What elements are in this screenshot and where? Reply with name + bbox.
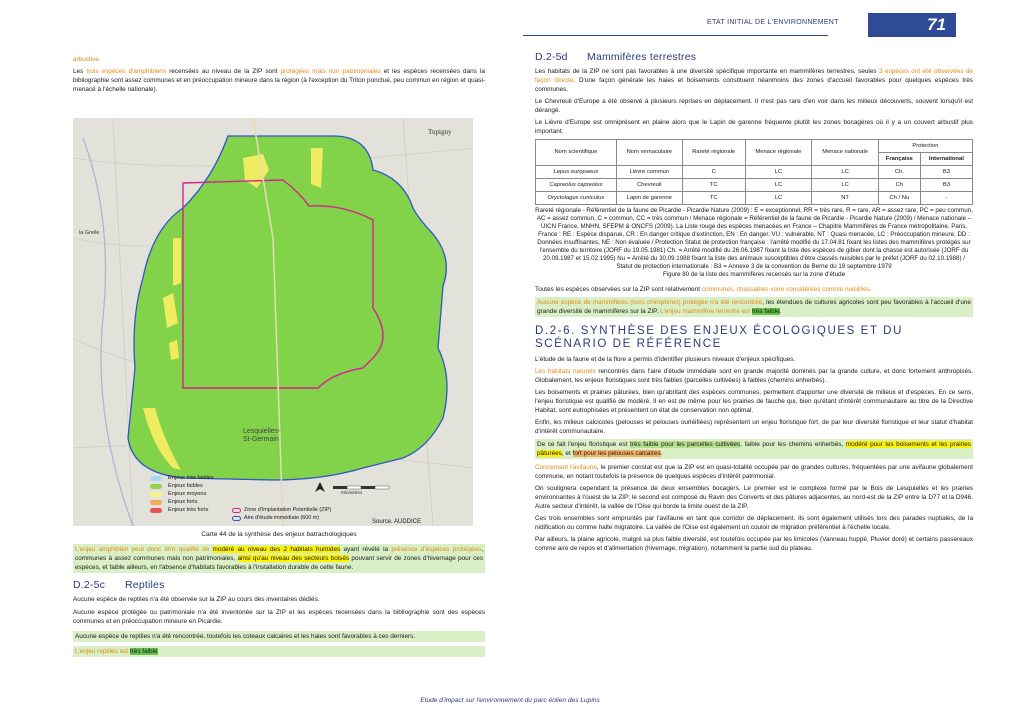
map-source: Source. AUDDICE bbox=[372, 519, 422, 525]
legend-swatch bbox=[150, 483, 162, 489]
table-row: Lepus europaeus Lièvre commun C LC LC Ch. B3 bbox=[535, 165, 974, 179]
mammals-p1: Les habitats de la ZIP ne sont pas favor… bbox=[535, 68, 974, 93]
map-caption: Carte 44 de la synthèse des enjeux batra… bbox=[201, 531, 357, 538]
flora-conclusion-box: De ce fait l'enjeu floristique est très … bbox=[535, 439, 973, 459]
reptiles-box-1: Aucune espèce de reptiles n'a été rencon… bbox=[73, 631, 485, 642]
right-column: D.2-5d Mammifères terrestres Les habitats… bbox=[535, 51, 974, 556]
col-header: Protection bbox=[877, 139, 974, 153]
legend-item-zip: Zone d'Implantation Potentielle (ZIP) bbox=[232, 506, 331, 514]
table-caption: Figure 80 de la liste des mammifères rec… bbox=[662, 271, 846, 278]
reptiles-p1: Aucune espèce de reptiles n'a été observ… bbox=[73, 596, 320, 603]
col-header: International bbox=[919, 152, 974, 166]
col-header: Menace nationale bbox=[811, 139, 879, 166]
reptiles-box-2: L'enjeu reptiles est très faible bbox=[73, 646, 485, 657]
synthesis-p1: L'étude de la faune et de la flore a per… bbox=[535, 356, 796, 363]
page-number: 71 bbox=[868, 13, 956, 37]
legend-item: Enjeux forts bbox=[150, 498, 214, 506]
legend-item: Enjeux faibles bbox=[150, 482, 214, 490]
legend-item: Enjeux très faibles bbox=[150, 474, 214, 482]
table-header-row: Nom scientifique Nom vernaculaire Rareté… bbox=[535, 139, 974, 166]
mammals-conclusion-box: Aucune espèce de mammifères (hors chirop… bbox=[535, 297, 973, 317]
synthesis-p4: Enfin, les milieux calcicoles (pelouses … bbox=[535, 419, 973, 435]
legend-item-aei: Aire d'étude immédiate (600 m) bbox=[232, 514, 331, 522]
header-rule bbox=[523, 35, 828, 36]
amphibian-conclusion-box: L'enjeu amphibien peut donc être qualifi… bbox=[73, 544, 485, 573]
mammals-p4: Toutes les espèces observées sur la ZIP … bbox=[535, 286, 872, 293]
page-footer: Etude d'impact sur l'environnement du pa… bbox=[420, 697, 600, 704]
col-header: Nom vernaculaire bbox=[615, 139, 683, 166]
table-row: Oryctolagus cuniculus Lapin de garenne TC L… bbox=[535, 191, 974, 205]
synthesis-p3: Les boisements et prairies pâturées, bie… bbox=[535, 389, 973, 414]
mammals-p3: Le Lièvre d'Europe est omniprésent en pl… bbox=[535, 119, 973, 135]
synthesis-p8: Par ailleurs, la plaine agricole, malgré… bbox=[535, 536, 973, 552]
col-header: Rareté régionale bbox=[681, 139, 746, 166]
legend-swatch bbox=[150, 491, 162, 497]
legend-swatch bbox=[150, 499, 162, 505]
col-header: Menace régionale bbox=[744, 139, 813, 166]
col-header: Nom scientifique bbox=[535, 139, 617, 166]
legend-item: Enjeux très forts bbox=[150, 506, 214, 514]
reptiles-heading: D.2-5c Reptiles bbox=[73, 579, 165, 591]
legend-swatch bbox=[150, 475, 162, 481]
mammals-heading: D.2-5d Mammifères terrestres bbox=[535, 51, 697, 63]
map-scale-label: Kilomètres bbox=[341, 490, 363, 495]
synthesis-p5: Concernant l'avifaune, le premier consta… bbox=[535, 464, 973, 480]
table-notes: Rareté régionale - Référentiel de la fau… bbox=[535, 207, 973, 270]
map-town-label-1: Tupigny bbox=[428, 128, 452, 136]
left-column-bottom: L'enjeu amphibien peut donc être qualifi… bbox=[73, 544, 485, 661]
synthesis-p7: Ces trois ensembles sont empruntés par l… bbox=[535, 515, 973, 531]
left-column-top: arbustive. Les trois espèces d'amphibien… bbox=[73, 55, 485, 97]
legend-swatch bbox=[150, 507, 162, 513]
reptiles-p2: Aucune espèce protégée ou patrimoniale n… bbox=[73, 609, 485, 625]
table-row: Capreolus capreolus Chevreuil TC LC LC Ch B3 bbox=[535, 178, 974, 192]
intro-word: arbustive. bbox=[73, 56, 101, 63]
map-legend-boundaries: Zone d'Implantation Potentielle (ZIP) Ai… bbox=[232, 506, 331, 522]
synthesis-heading: D.2-6. Synthèse des enjeux écologiques e… bbox=[535, 325, 903, 350]
mammals-p2: Le Chevreuil d'Europe a été observé à pl… bbox=[535, 98, 973, 114]
synthesis-p2: Les habitats naturels rencontrés dans l'… bbox=[535, 368, 973, 384]
col-header: Française bbox=[877, 152, 921, 166]
header-title: Etat initial de l'environnement bbox=[707, 19, 839, 26]
mammals-table: Nom scientifique Nom vernaculaire Rareté… bbox=[535, 139, 974, 205]
map-legend: Enjeux très faibles Enjeux faibles Enjeu… bbox=[150, 474, 214, 514]
legend-item: Enjeux moyens bbox=[150, 490, 214, 498]
map-town-label-2: Lesquielles- St-Germain bbox=[243, 428, 281, 443]
map-town-label-3: la Grelle bbox=[79, 230, 100, 236]
amphibian-paragraph: Les trois espèces d'amphibiens recensées… bbox=[73, 68, 485, 93]
amphibian-issues-map: Tupigny la Grelle Lesquielles- St-Germai… bbox=[73, 118, 473, 526]
map-graphic bbox=[73, 118, 473, 526]
synthesis-p6: On soulignera cependant la présence de d… bbox=[535, 485, 973, 510]
